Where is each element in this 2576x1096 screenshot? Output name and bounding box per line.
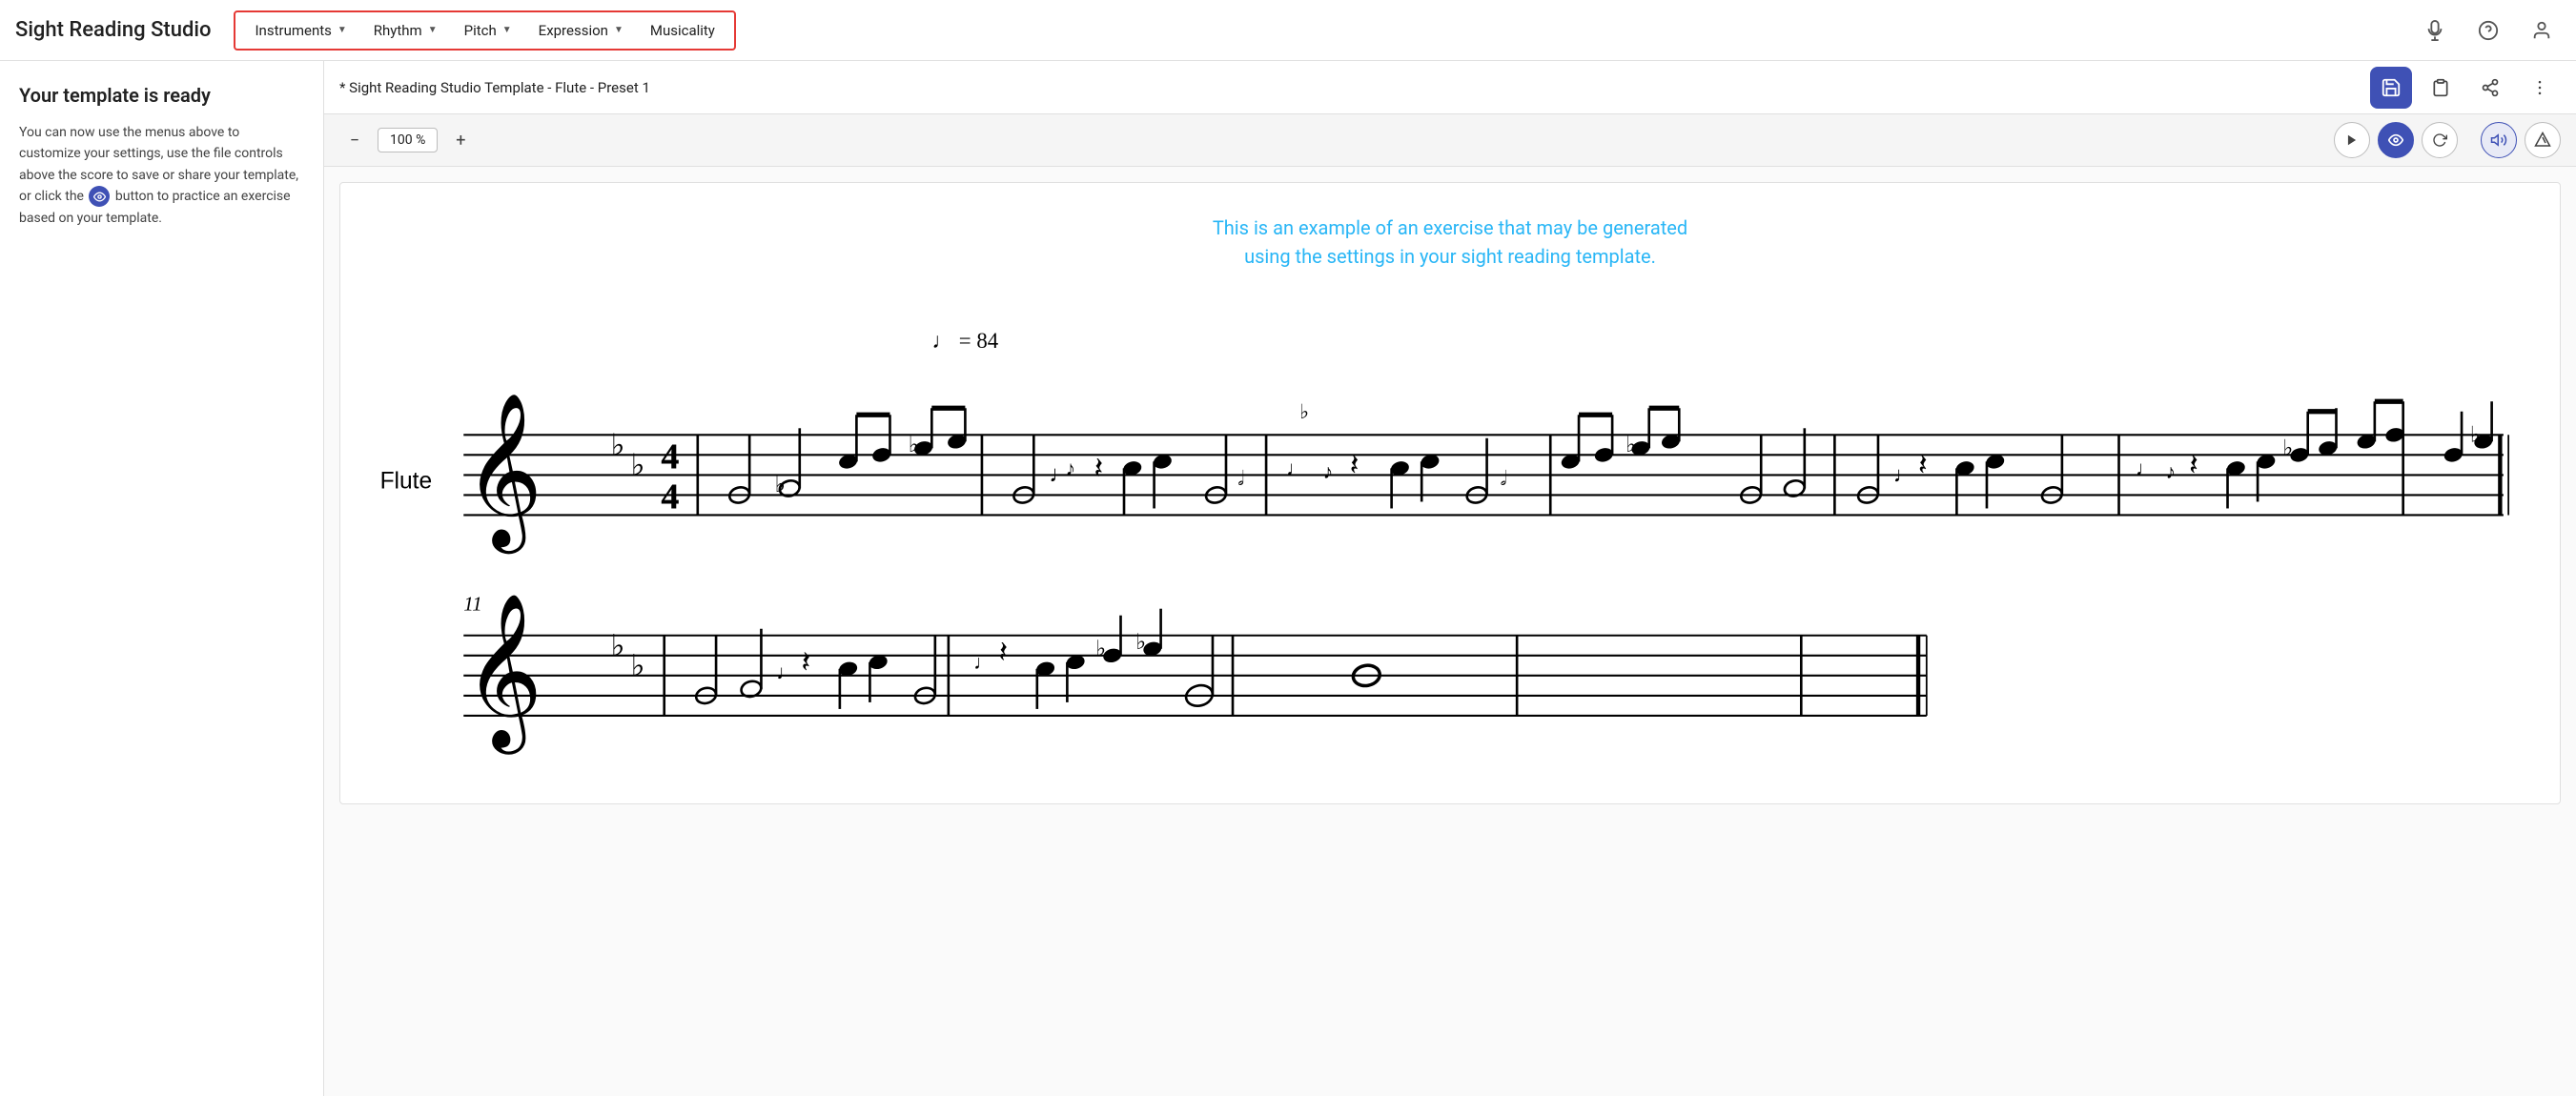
svg-text:♩ = 84: ♩ = 84 (931, 329, 998, 353)
nav-item-expression[interactable]: Expression ▼ (527, 16, 635, 45)
nav-label-rhythm: Rhythm (374, 22, 422, 39)
mic-button[interactable] (2416, 11, 2454, 50)
zoom-plus-label: + (456, 131, 465, 151)
svg-text:♩: ♩ (776, 660, 796, 683)
account-button[interactable] (2523, 11, 2561, 50)
eye-button[interactable] (2378, 122, 2414, 158)
chevron-down-icon: ▼ (428, 25, 438, 35)
svg-text:𝄞: 𝄞 (463, 596, 542, 755)
toolbar-actions (2370, 67, 2561, 109)
svg-text:𝄽: 𝄽 (998, 636, 1008, 669)
svg-text:𝄽: 𝄽 (2189, 448, 2198, 481)
zoom-out-button[interactable]: − (339, 125, 370, 155)
score-title: * Sight Reading Studio Template - Flute … (339, 79, 2370, 96)
svg-text:♭: ♭ (611, 629, 625, 662)
nav-item-rhythm[interactable]: Rhythm ▼ (362, 16, 449, 45)
svg-text:♪: ♪ (1066, 457, 1076, 479)
nav-item-musicality[interactable]: Musicality (639, 16, 726, 45)
score-display[interactable]: This is an example of an exercise that m… (324, 167, 2576, 1096)
svg-text:♩: ♩ (1893, 462, 1915, 486)
score-sheet: This is an example of an exercise that m… (339, 182, 2561, 804)
svg-text:♩: ♩ (973, 651, 993, 674)
svg-text:𝅗𝅥: 𝅗𝅥 (1237, 467, 1244, 490)
svg-text:4: 4 (661, 436, 679, 477)
svg-text:♪: ♪ (2166, 460, 2177, 483)
clipboard-button[interactable] (2420, 67, 2462, 109)
svg-text:♭: ♭ (631, 649, 645, 682)
svg-text:♭: ♭ (611, 428, 625, 461)
play-controls (2334, 122, 2458, 158)
svg-text:4: 4 (661, 477, 679, 517)
sidebar-description: You can now use the menus above to custo… (19, 122, 304, 229)
svg-text:Flute: Flute (380, 468, 433, 494)
save-button[interactable] (2370, 67, 2412, 109)
more-button[interactable] (2519, 67, 2561, 109)
playback-toolbar: − 100 % + (324, 114, 2576, 167)
sidebar: Your template is ready You can now use t… (0, 61, 324, 1096)
svg-text:♭: ♭ (1299, 400, 1309, 423)
svg-text:𝄽: 𝄽 (1350, 448, 1360, 481)
nav-label-musicality: Musicality (650, 22, 715, 39)
share-button[interactable] (2469, 67, 2511, 109)
main-layout: Your template is ready You can now use t… (0, 61, 2576, 1096)
sidebar-title: Your template is ready (19, 84, 304, 107)
svg-text:𝄽: 𝄽 (1918, 448, 1928, 481)
audio-button[interactable] (2481, 122, 2517, 158)
help-button[interactable] (2469, 11, 2507, 50)
content-area: * Sight Reading Studio Template - Flute … (324, 61, 2576, 1096)
svg-text:♭: ♭ (631, 448, 645, 481)
metronome-button[interactable] (2525, 122, 2561, 158)
svg-text:♩: ♩ (1286, 457, 1306, 479)
svg-text:𝅗𝅥: 𝅗𝅥 (1501, 467, 1507, 490)
app-title: Sight Reading Studio (15, 18, 211, 42)
chevron-down-icon: ▼ (614, 25, 624, 35)
score-example-text: This is an example of an exercise that m… (363, 213, 2537, 271)
score-toolbar: * Sight Reading Studio Template - Flute … (324, 61, 2576, 114)
play-button[interactable] (2334, 122, 2370, 158)
right-controls (2481, 122, 2561, 158)
music-notation: ♩ = 84 𝄞 Flute ♭ ♭ (363, 301, 2537, 773)
zoom-display: 100 % (378, 128, 438, 152)
svg-text:𝄽: 𝄽 (802, 645, 811, 679)
svg-text:♩: ♩ (2136, 457, 2156, 479)
svg-text:𝄞: 𝄞 (463, 395, 542, 554)
chevron-down-icon: ▼ (337, 25, 347, 35)
svg-text:♪: ♪ (1323, 460, 1334, 483)
chevron-down-icon: ▼ (502, 25, 512, 35)
header-right (2416, 11, 2561, 50)
header: Sight Reading Studio Instruments ▼ Rhyth… (0, 0, 2576, 61)
example-text-line1: This is an example of an exercise that m… (363, 213, 2537, 242)
nav-label-instruments: Instruments (255, 22, 331, 39)
refresh-button[interactable] (2422, 122, 2458, 158)
zoom-minus-label: − (350, 131, 359, 151)
nav-label-expression: Expression (539, 22, 608, 39)
nav-item-instruments[interactable]: Instruments ▼ (243, 16, 358, 45)
example-text-line2: using the settings in your sight reading… (363, 242, 2537, 271)
nav-item-pitch[interactable]: Pitch ▼ (453, 16, 523, 45)
nav-label-pitch: Pitch (464, 22, 497, 39)
svg-text:𝄽: 𝄽 (1094, 452, 1103, 485)
zoom-in-button[interactable]: + (445, 125, 476, 155)
nav-menu: Instruments ▼ Rhythm ▼ Pitch ▼ Expressio… (234, 10, 735, 51)
eye-icon-inline (89, 186, 110, 207)
